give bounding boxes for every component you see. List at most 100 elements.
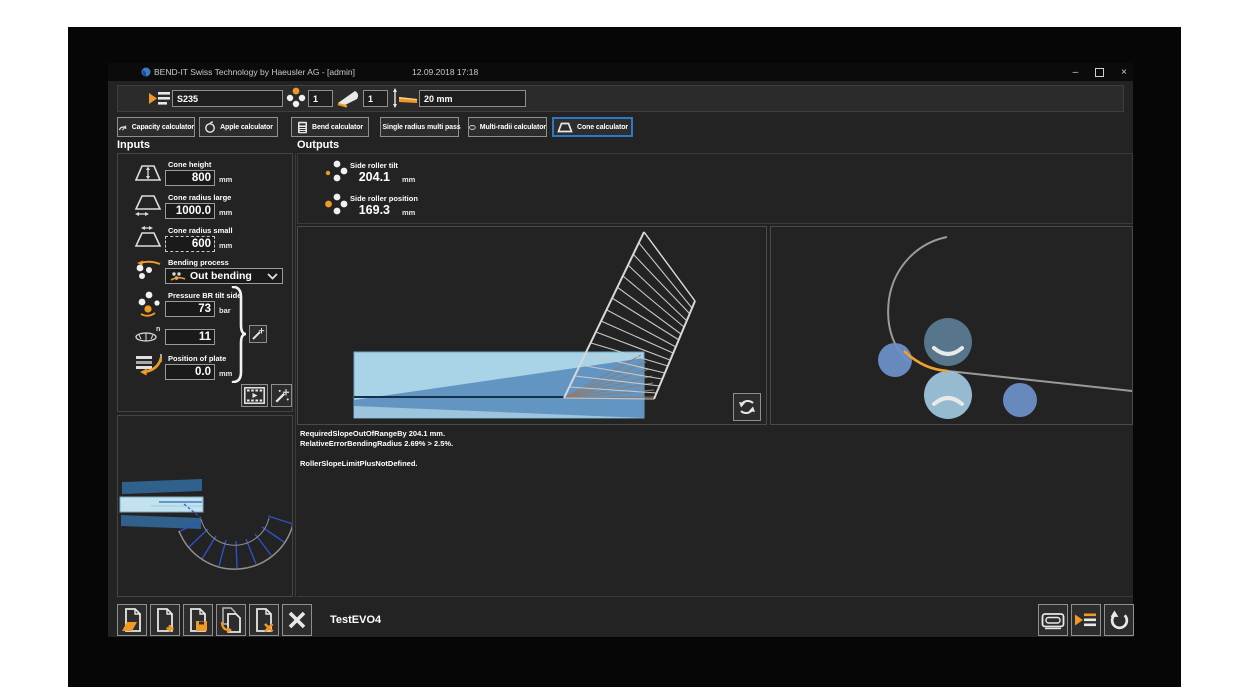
tab-label: Single radius multi pass — [382, 124, 460, 131]
side-roller-tilt-icon — [324, 159, 348, 183]
cone-development-view — [297, 226, 767, 425]
cone-radius-large-label: Cone radius large — [168, 193, 231, 202]
new-file-icon — [154, 607, 177, 633]
tab-label: Multi-radii calculator — [480, 124, 546, 131]
cone-calc-icon — [557, 122, 573, 133]
outputs-header: Outputs — [297, 139, 339, 151]
project-name: TestEVO4 — [330, 614, 381, 626]
cone-preview-panel — [117, 415, 293, 597]
cone-radius-small-field[interactable] — [165, 236, 215, 252]
machine-settings-button[interactable] — [1038, 604, 1068, 636]
film-play-icon — [244, 387, 265, 404]
tab-multi-radii-calculator[interactable]: Multi-radii calculator — [468, 117, 547, 137]
material-list-icon — [1074, 610, 1098, 630]
plate-position-field[interactable] — [165, 364, 215, 380]
thickness-value: 20 mm — [424, 94, 453, 104]
message-area: RequiredSlopeOutOfRangeBy 204.1 mm. Rela… — [297, 425, 1133, 597]
rotate-icon — [737, 397, 757, 417]
chevron-down-icon — [267, 273, 278, 280]
outputs-panel: Side roller tilt 204.1 mm Side roller po… — [297, 153, 1133, 224]
bending-process-label: Bending process — [168, 258, 229, 267]
simulation-button[interactable] — [241, 384, 268, 407]
side-roller-position-value: 169.3 — [348, 203, 390, 217]
thickness-field[interactable]: 20 mm — [419, 90, 526, 107]
cone-radius-small-unit: mm — [219, 241, 232, 250]
cone-height-unit: mm — [219, 175, 232, 184]
plate-thickness-icon — [391, 87, 419, 109]
side-roller-tilt-value: 204.1 — [348, 170, 390, 184]
cone-config-field[interactable]: 1 — [363, 90, 388, 107]
side-roller-position-unit: mm — [402, 208, 415, 217]
cone-radius-large-unit: mm — [219, 208, 232, 217]
brace-decoration — [230, 286, 248, 383]
column-separator — [295, 153, 296, 597]
out-bending-icon — [170, 270, 186, 282]
passes-icon-label: n — [156, 326, 160, 333]
plate-position-icon — [134, 352, 166, 378]
cone-height-label: Cone height — [168, 160, 211, 169]
bending-process-icon — [132, 258, 164, 284]
tab-cone-calculator[interactable]: Cone calculator — [552, 117, 633, 137]
rotate-view-button[interactable] — [733, 393, 761, 421]
app-outer-background: BEND-IT Swiss Technology by Haeusler AG … — [68, 27, 1181, 687]
cone-config-value: 1 — [368, 94, 373, 104]
tab-label: Apple calculator — [220, 124, 273, 131]
close-x-icon — [287, 610, 307, 630]
material-icon — [148, 89, 172, 108]
multi-radii-icon — [469, 122, 476, 133]
save-as-project-button[interactable] — [216, 604, 246, 636]
window-datetime: 12.09.2018 17:18 — [412, 67, 478, 77]
material-field[interactable]: S235 — [172, 90, 283, 107]
save-project-button[interactable] — [183, 604, 213, 636]
auto-calc-wand-button[interactable] — [249, 325, 267, 343]
inputs-panel: Cone height mm Cone radius large mm Cone… — [117, 153, 293, 412]
pressure-br-tilt-unit: bar — [219, 306, 231, 315]
tab-apple-calculator[interactable]: Apple calculator — [199, 117, 278, 137]
roller-config-field[interactable]: 1 — [308, 90, 333, 107]
capacity-gauge-icon — [118, 122, 128, 133]
app-logo-icon — [141, 67, 151, 77]
machine-cross-section-view — [770, 226, 1133, 425]
cone-radius-large-icon — [131, 193, 163, 219]
open-project-button[interactable] — [117, 604, 147, 636]
material-list-button[interactable] — [1071, 604, 1101, 636]
cone-height-field[interactable] — [165, 170, 215, 186]
cone-radius-large-field[interactable] — [165, 203, 215, 219]
inputs-header: Inputs — [117, 139, 150, 151]
delete-project-button[interactable] — [249, 604, 279, 636]
calculate-wand-button[interactable] — [271, 384, 292, 407]
delete-file-icon — [253, 607, 276, 633]
roller-set-icon — [285, 87, 307, 109]
passes-count-icon: n — [134, 324, 164, 344]
side-roller-tilt-label: Side roller tilt — [350, 161, 398, 170]
new-project-button[interactable] — [150, 604, 180, 636]
message-line: RequiredSlopeOutOfRangeBy 204.1 mm. — [300, 429, 1133, 439]
bending-process-dropdown[interactable]: Out bending — [165, 268, 283, 284]
maximize-icon[interactable] — [1095, 68, 1104, 77]
material-value: S235 — [177, 94, 198, 104]
cone-radius-small-icon — [131, 224, 163, 250]
cone-flat-pattern-graphic — [118, 416, 292, 596]
passes-count-field[interactable] — [165, 329, 215, 345]
minimize-icon[interactable]: – — [1073, 67, 1079, 78]
tab-capacity-calculator[interactable]: Capacity calculator — [117, 117, 195, 137]
window-title: BEND-IT Swiss Technology by Haeusler AG … — [154, 67, 355, 77]
side-roller-position-label: Side roller position — [350, 194, 418, 203]
undo-icon — [1109, 610, 1130, 631]
apple-icon — [204, 121, 216, 133]
tab-single-radius-multi-pass[interactable]: Single radius multi pass — [380, 117, 459, 137]
pressure-br-tilt-field[interactable] — [165, 301, 215, 317]
roller-config-value: 1 — [313, 94, 318, 104]
close-window-icon[interactable]: × — [1121, 67, 1127, 78]
tab-label: Cone calculator — [577, 124, 628, 131]
tab-bend-calculator[interactable]: Bend calculator — [291, 117, 369, 137]
close-project-button[interactable] — [282, 604, 312, 636]
plate-position-label: Position of plate — [168, 354, 226, 363]
magic-wand-icon — [251, 327, 265, 341]
undo-button[interactable] — [1104, 604, 1134, 636]
tab-label: Capacity calculator — [132, 124, 194, 131]
copy-file-icon — [219, 607, 243, 633]
open-file-icon — [121, 607, 144, 633]
pressure-br-tilt-icon — [136, 290, 164, 318]
cone-radius-small-label: Cone radius small — [168, 226, 233, 235]
